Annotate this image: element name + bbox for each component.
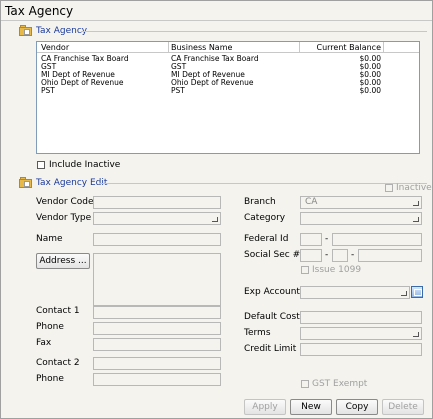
name-label: Name <box>36 234 63 244</box>
contact1-label: Contact 1 <box>36 306 80 316</box>
chevron-down-icon <box>413 332 419 337</box>
social-sec-label: Social Sec # <box>244 250 301 260</box>
cell-balance: $0.00 <box>359 86 381 95</box>
contact2-label: Contact 2 <box>36 358 80 368</box>
folder-icon <box>19 25 32 36</box>
branch-label: Branch <box>244 197 276 207</box>
vendor-code-label: Vendor Code <box>36 197 94 207</box>
fax-field[interactable] <box>93 338 221 351</box>
exp-account-select[interactable] <box>300 286 410 299</box>
ssn-part3[interactable] <box>358 249 422 262</box>
federal-id-label: Federal Id <box>244 234 289 244</box>
address-display <box>93 253 221 306</box>
default-cost-field[interactable] <box>300 311 422 324</box>
list-section-title: Tax Agency <box>36 25 88 36</box>
cell-business-name: PST <box>171 86 185 95</box>
phone1-field[interactable] <box>93 322 221 335</box>
table-header: Vendor Business Name Current Balance <box>37 42 419 53</box>
ssn-separator-2: - <box>351 250 355 260</box>
tax-agency-table[interactable]: Vendor Business Name Current Balance CA … <box>36 41 420 154</box>
category-select[interactable] <box>300 212 422 225</box>
name-field[interactable] <box>93 233 221 246</box>
phone1-label: Phone <box>36 322 64 332</box>
window-title: Tax Agency <box>5 4 74 18</box>
copy-button[interactable]: Copy <box>336 399 378 415</box>
ssn-part2[interactable] <box>332 249 348 262</box>
chevron-down-icon <box>401 291 407 296</box>
chevron-down-icon <box>212 217 218 222</box>
ssn-part1[interactable] <box>300 249 322 262</box>
federal-id-part1[interactable] <box>300 233 322 246</box>
phone2-field[interactable] <box>93 373 221 386</box>
ssn-separator-1: - <box>325 250 329 260</box>
address-button[interactable]: Address ... <box>36 253 90 269</box>
title-divider <box>1 20 432 21</box>
contact2-field[interactable] <box>93 357 221 370</box>
chevron-down-icon <box>413 217 419 222</box>
category-label: Category <box>244 213 286 223</box>
list-section-header: Tax Agency <box>19 25 87 36</box>
branch-value: CA <box>305 197 318 207</box>
issue-1099-label: Issue 1099 <box>312 265 362 275</box>
credit-limit-field[interactable] <box>300 343 422 356</box>
edit-section-header: Tax Agency Edit <box>19 177 107 188</box>
contact1-field[interactable] <box>93 306 221 319</box>
branch-select[interactable]: CA <box>300 196 422 209</box>
vendor-code-field[interactable] <box>93 196 221 209</box>
column-header-business-name[interactable]: Business Name <box>171 43 232 52</box>
cell-vendor: PST <box>41 86 55 95</box>
phone2-label: Phone <box>36 374 64 384</box>
column-header-current-balance[interactable]: Current Balance <box>301 43 382 52</box>
table-row[interactable]: PST PST $0.00 <box>37 87 419 95</box>
gst-exempt-checkbox[interactable] <box>301 380 309 388</box>
default-cost-label: Default Cost <box>244 312 300 322</box>
gst-exempt-label: GST Exempt <box>312 379 368 389</box>
federal-id-separator: - <box>325 234 329 244</box>
folder-edit-icon <box>19 177 32 188</box>
lookup-icon[interactable] <box>411 286 423 298</box>
apply-button[interactable]: Apply <box>244 399 286 415</box>
federal-id-part2[interactable] <box>332 233 422 246</box>
exp-account-label: Exp Account <box>244 287 300 297</box>
terms-select[interactable] <box>300 327 422 340</box>
terms-label: Terms <box>244 328 271 338</box>
include-inactive-label: Include Inactive <box>49 160 121 170</box>
tax-agency-window: Tax Agency Tax Agency Vendor Business Na… <box>0 0 433 419</box>
vendor-type-select[interactable] <box>93 212 221 225</box>
inactive-checkbox[interactable] <box>385 184 393 192</box>
fax-label: Fax <box>36 338 52 348</box>
list-section-divider <box>81 31 427 32</box>
inactive-label: Inactive <box>396 183 432 193</box>
edit-section-divider <box>99 183 427 184</box>
chevron-down-icon <box>413 201 419 206</box>
include-inactive-checkbox[interactable] <box>37 161 45 169</box>
new-button[interactable]: New <box>290 399 332 415</box>
vendor-type-label: Vendor Type <box>36 213 92 223</box>
issue-1099-checkbox[interactable] <box>301 266 309 274</box>
column-header-vendor[interactable]: Vendor <box>41 43 69 52</box>
edit-section-title: Tax Agency Edit <box>36 177 108 188</box>
delete-button[interactable]: Delete <box>382 399 424 415</box>
credit-limit-label: Credit Limit <box>244 344 297 354</box>
